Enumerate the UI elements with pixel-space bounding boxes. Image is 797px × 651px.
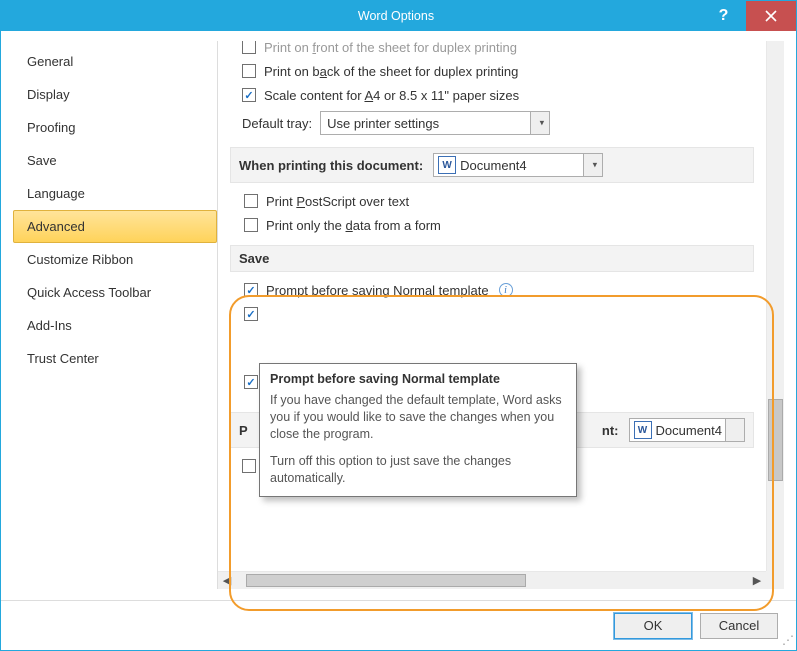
fidelity-document-select[interactable]: W Document4 [629,418,745,442]
option-print-back-duplex[interactable]: Print on back of the sheet for duplex pr… [242,59,754,83]
window-title: Word Options [1,9,701,23]
sidebar-item-label: Save [27,153,57,168]
horizontal-scrollbar[interactable]: ◀ ▶ [218,571,766,589]
option-hidden-1[interactable] [244,302,754,326]
word-doc-icon: W [438,156,456,174]
sidebar-item-label: General [27,54,73,69]
sidebar-item-addins[interactable]: Add-Ins [13,309,217,342]
sidebar-item-label: Advanced [27,219,85,234]
sidebar-item-qat[interactable]: Quick Access Toolbar [13,276,217,309]
checkbox-checked[interactable] [244,375,258,389]
scrollbar-track[interactable] [236,572,748,589]
option-label: Print on back of the sheet for duplex pr… [264,64,518,79]
sidebar-item-customize-ribbon[interactable]: Customize Ribbon [13,243,217,276]
printing-document-select[interactable]: W Document4 ▾ [433,153,603,177]
cancel-button[interactable]: Cancel [700,613,778,639]
tooltip-body-2: Turn off this option to just save the ch… [270,453,566,487]
group-title: Save [239,251,269,266]
tooltip-body-1: If you have changed the default template… [270,392,566,443]
option-label: Scale content for A4 or 8.5 x 11" paper … [264,88,519,103]
sidebar-item-label: Add-Ins [27,318,72,333]
checkbox-unchecked[interactable] [242,64,256,78]
row-default-tray: Default tray: Use printer settings ▾ [242,107,754,139]
scroll-right-arrow[interactable]: ▶ [748,572,766,590]
select-value: Use printer settings [327,116,439,131]
category-sidebar: General Display Proofing Save Language A… [13,41,218,589]
option-postscript-over-text[interactable]: Print PostScript over text [244,189,754,213]
chevron-down-icon: ▾ [593,160,598,171]
tooltip-title: Prompt before saving Normal template [270,372,566,386]
button-label: Cancel [719,618,759,633]
option-scale-content[interactable]: Scale content for A4 or 8.5 x 11" paper … [242,83,754,107]
scrollbar-thumb[interactable] [768,399,783,481]
option-print-only-form-data[interactable]: Print only the data from a form [244,213,754,237]
option-print-front-duplex[interactable]: Print on front of the sheet for duplex p… [242,41,754,59]
ok-button[interactable]: OK [614,613,692,639]
group-title: P [239,423,248,438]
word-doc-icon: W [634,421,652,439]
sidebar-item-save[interactable]: Save [13,144,217,177]
group-title: When printing this document: [239,158,423,173]
help-button[interactable]: ? [701,1,746,31]
sidebar-item-trust-center[interactable]: Trust Center [13,342,217,375]
option-label: Print PostScript over text [266,194,409,209]
checkbox-unchecked[interactable] [242,459,256,473]
info-icon[interactable]: i [499,283,513,297]
option-label: Print on front of the sheet for duplex p… [264,41,517,55]
checkbox-checked[interactable] [244,307,258,321]
sidebar-item-display[interactable]: Display [13,78,217,111]
resize-grip-icon[interactable]: ⋰ [780,634,794,648]
sidebar-item-label: Trust Center [27,351,99,366]
default-tray-label: Default tray: [242,116,312,131]
checkbox-unchecked[interactable] [244,194,258,208]
scroll-left-arrow[interactable]: ◀ [218,572,236,590]
checkbox-unchecked[interactable] [244,218,258,232]
checkbox-checked[interactable] [244,283,258,297]
group-save: Save [230,245,754,272]
option-label: Print only the data from a form [266,218,441,233]
close-button[interactable] [746,1,796,31]
scrollbar-thumb[interactable] [246,574,526,587]
select-value: Document4 [460,158,526,173]
sidebar-item-advanced[interactable]: Advanced [13,210,217,243]
scroll-corner [766,571,784,589]
option-label: Prompt before saving Normal template [266,283,489,298]
sidebar-item-label: Customize Ribbon [27,252,133,267]
select-value: Document4 [656,423,722,438]
vertical-scrollbar[interactable] [766,41,784,571]
tooltip-prompt-normal: Prompt before saving Normal template If … [259,363,577,497]
dialog-footer: OK Cancel [1,600,796,650]
chevron-down-icon: ▾ [540,118,545,129]
options-content-pane: Print on front of the sheet for duplex p… [218,41,784,589]
group-when-printing: When printing this document: W Document4… [230,147,754,183]
option-prompt-normal-template[interactable]: Prompt before saving Normal template i [244,278,754,302]
close-icon [765,10,777,22]
sidebar-item-label: Quick Access Toolbar [27,285,151,300]
sidebar-item-label: Proofing [27,120,75,135]
word-options-dialog: Word Options ? General Display Proofing … [0,0,797,651]
sidebar-item-label: Display [27,87,70,102]
sidebar-item-language[interactable]: Language [13,177,217,210]
titlebar-controls: ? [701,1,796,31]
checkbox-unchecked[interactable] [242,41,256,54]
sidebar-item-proofing[interactable]: Proofing [13,111,217,144]
sidebar-item-general[interactable]: General [13,45,217,78]
fidelity-suffix: nt: [602,423,619,438]
dialog-body: General Display Proofing Save Language A… [1,31,796,589]
titlebar: Word Options ? [1,1,796,31]
button-label: OK [644,618,663,633]
sidebar-item-label: Language [27,186,85,201]
default-tray-select[interactable]: Use printer settings ▾ [320,111,550,135]
checkbox-checked[interactable] [242,88,256,102]
